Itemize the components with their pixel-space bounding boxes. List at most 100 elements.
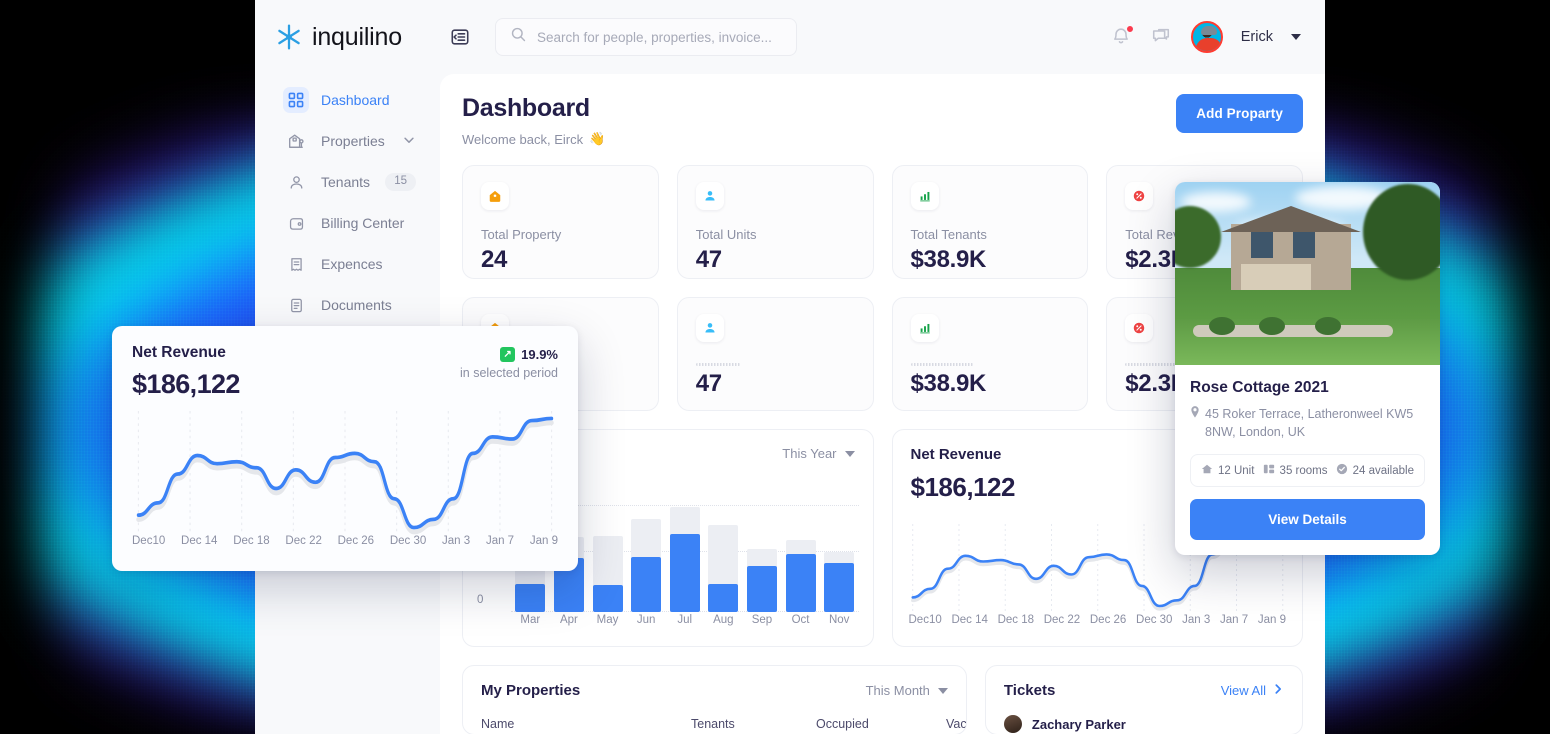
- sidebar-item-tenants[interactable]: Tenants 15: [273, 162, 426, 202]
- bar-actual: [824, 562, 855, 612]
- bar-actual: [592, 585, 623, 612]
- search-bar[interactable]: [495, 18, 797, 56]
- property-meta-available-label: 24 available: [1352, 464, 1414, 477]
- bar-column[interactable]: [824, 504, 855, 612]
- bar-x-tick: Aug: [713, 614, 734, 626]
- grid-icon: [283, 87, 309, 113]
- column-header-tenants: Tenants: [691, 717, 735, 731]
- my-properties-panel: My Properties This Month Name Tenants Oc…: [462, 665, 967, 734]
- view-all-label: View All: [1220, 683, 1266, 698]
- stat-label-placeholder: [910, 363, 973, 366]
- sidebar-item-billing-center[interactable]: Billing Center: [273, 203, 426, 243]
- sidebar-item-label: Documents: [321, 297, 392, 313]
- sidebar-item-label: Expences: [321, 256, 383, 272]
- stat-value: 47: [695, 370, 722, 397]
- line-chart-x-axis: Dec10 Dec 14 Dec 18 Dec 22 Dec 26 Dec 30 Jan 3…: [907, 612, 1289, 626]
- person-icon: [283, 169, 309, 195]
- bar-target: [631, 519, 662, 612]
- bar-y-tick: 0: [477, 594, 484, 606]
- stat-value: 24: [481, 246, 508, 273]
- receipt-icon: [283, 251, 309, 277]
- wallet-icon: [283, 210, 309, 236]
- brand[interactable]: inquilino: [275, 23, 447, 52]
- search-input[interactable]: [537, 29, 782, 45]
- bar-actual: [631, 556, 662, 612]
- brand-name: inquilino: [312, 22, 402, 51]
- sidebar-item-documents[interactable]: Documents: [273, 285, 426, 325]
- bar-target: [592, 535, 623, 612]
- my-properties-title: My Properties: [481, 682, 581, 699]
- view-all-link[interactable]: View All: [1221, 683, 1284, 698]
- net-revenue-card-title: Net Revenue: [132, 344, 226, 361]
- stat-card-total-units[interactable]: Total Units 47: [676, 165, 874, 279]
- bell-icon[interactable]: [1111, 25, 1134, 48]
- bar-column[interactable]: [592, 504, 623, 612]
- chevron-down-icon[interactable]: [402, 133, 416, 150]
- net-revenue-card-chart: Dec10 Dec 14 Dec 18 Dec 22 Dec 26 Dec 30 Jan 3…: [132, 411, 558, 557]
- stat-label: Total Tenants: [910, 227, 987, 242]
- period-dropdown-month[interactable]: This Month: [866, 683, 948, 698]
- chevron-down-icon[interactable]: [1291, 34, 1301, 40]
- stat-label: Total Property: [481, 227, 562, 242]
- line-x-tick: Dec 22: [1043, 614, 1081, 626]
- property-photo: [1175, 182, 1440, 365]
- avatar[interactable]: [1190, 21, 1223, 53]
- tickets-title: Tickets: [1003, 682, 1056, 699]
- welcome-text: Welcome back, Eirck: [462, 131, 584, 147]
- tickets-header: Tickets View All: [1004, 682, 1284, 699]
- address-line-2: 8NW, London, UK: [1205, 425, 1306, 440]
- stat-card-total-property[interactable]: Total Property 24: [462, 165, 659, 279]
- bar-x-tick: Jun: [636, 614, 656, 626]
- bar-column[interactable]: [669, 504, 700, 612]
- rooms-icon: [1263, 463, 1275, 478]
- bar-target: [708, 525, 739, 612]
- bar-actual: [785, 553, 816, 612]
- property-address: 45 Roker Terrace, Latheronweel KW5 8NW, …: [1190, 405, 1425, 441]
- sidebar-collapse-icon[interactable]: [447, 24, 473, 50]
- address-line-1: 45 Roker Terrace, Latheronweel KW5: [1205, 407, 1414, 421]
- period-dropdown-label: This Year: [782, 446, 837, 461]
- topbar: inquilino Search for people, properties,…: [255, 0, 1325, 74]
- line-x-tick: Dec 14: [181, 535, 218, 547]
- add-property-button[interactable]: Add Proparty: [1176, 94, 1303, 133]
- properties-table-header: Name Tenants Occupied Vacant: [481, 717, 966, 731]
- property-meta-available: 24 available: [1336, 463, 1414, 478]
- building-icon: [283, 128, 309, 154]
- sidebar-item-label: Dashboard: [321, 92, 390, 108]
- line-x-tick: Jan 7: [485, 535, 515, 547]
- bar-column[interactable]: [785, 504, 816, 612]
- line-x-tick: Dec 18: [997, 614, 1035, 626]
- line-x-tick: Jan 9: [529, 535, 558, 547]
- bar-column[interactable]: [746, 504, 777, 612]
- bar-chart-icon: [910, 182, 939, 210]
- stat-card-secondary-3[interactable]: $38.9K: [891, 297, 1089, 411]
- ticket-row[interactable]: Zachary Parker: [1003, 715, 1284, 733]
- bar-target: [824, 552, 855, 612]
- change-value: 19.9%: [521, 347, 558, 362]
- check-circle-icon: [1336, 463, 1348, 478]
- line-x-tick: Jan 3: [442, 535, 471, 547]
- stat-card-total-tenants[interactable]: Total Tenants $38.9K: [891, 165, 1089, 279]
- bar-column[interactable]: [631, 504, 662, 612]
- line-x-tick: Dec 18: [233, 535, 270, 547]
- bar-column[interactable]: [708, 504, 739, 612]
- ticket-person-name: Zachary Parker: [1031, 716, 1126, 732]
- period-dropdown-year[interactable]: This Year: [782, 446, 855, 461]
- net-revenue-change-block: ↗ 19.9% in selected period: [460, 344, 558, 380]
- stat-label-placeholder: [695, 363, 740, 366]
- column-header-occupied: Occupied: [816, 717, 869, 731]
- property-title: Rose Cottage 2021: [1190, 379, 1329, 396]
- view-details-button[interactable]: View Details: [1190, 499, 1425, 541]
- sidebar-item-properties[interactable]: Properties: [273, 121, 426, 161]
- trend-up-icon: ↗: [500, 347, 516, 362]
- chat-icon[interactable]: [1151, 26, 1173, 48]
- wave-emoji: 👋: [589, 131, 606, 146]
- sidebar-item-dashboard[interactable]: Dashboard: [273, 80, 426, 120]
- stat-card-secondary-2[interactable]: 47: [676, 297, 874, 411]
- stat-value: $38.9K: [910, 370, 987, 397]
- bar-actual: [515, 583, 546, 612]
- line-x-tick: Dec 26: [337, 535, 375, 547]
- bar-chart-icon: [910, 314, 939, 342]
- my-properties-header: My Properties This Month: [481, 682, 948, 699]
- sidebar-item-expences[interactable]: Expences: [273, 244, 426, 284]
